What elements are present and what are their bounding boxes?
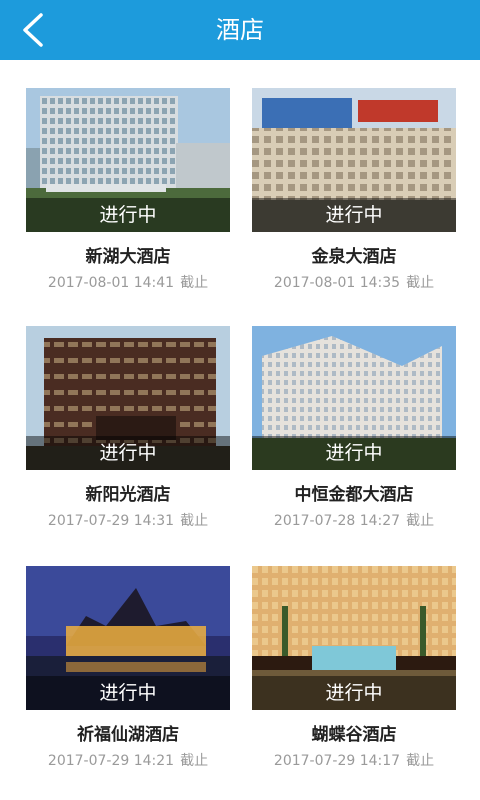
- status-badge: 进行中: [26, 198, 230, 232]
- hotel-name: 中恒金都大酒店: [294, 485, 414, 505]
- top-bar: 酒店: [0, 0, 480, 60]
- status-badge: 进行中: [26, 676, 230, 710]
- deadline-text: 2017-08-01 14:41 截止: [26, 272, 230, 292]
- deadline-text: 2017-07-29 14:21 截止: [26, 750, 230, 770]
- deadline-time: 2017-08-01 14:35: [273, 275, 401, 291]
- deadline-suffix: 截止: [180, 513, 209, 529]
- hotel-name: 新阳光酒店: [85, 485, 171, 505]
- deadline-suffix: 截止: [180, 753, 209, 769]
- hotel-photo: 进行中: [26, 88, 230, 232]
- hotel-card[interactable]: 进行中 金泉大酒店 2017-08-01 14:35 截止: [252, 88, 456, 298]
- deadline-time: 2017-07-29 14:17: [273, 753, 401, 769]
- hotel-grid: 进行中 新湖大酒店 2017-08-01 14:41 截止 进行中 金泉大酒店 …: [0, 60, 480, 800]
- status-badge: 进行中: [252, 198, 456, 232]
- deadline-time: 2017-07-29 14:21: [47, 753, 175, 769]
- hotel-card[interactable]: 进行中 祈福仙湖酒店 2017-07-29 14:21 截止: [26, 566, 230, 776]
- deadline-text: 2017-07-29 14:31 截止: [26, 510, 230, 530]
- hotel-name: 祈福仙湖酒店: [77, 725, 179, 745]
- hotel-name: 新湖大酒店: [85, 247, 171, 267]
- hotel-photo: 进行中: [252, 88, 456, 232]
- hotel-photo: 进行中: [26, 566, 230, 710]
- hotel-photo: 进行中: [252, 326, 456, 470]
- hotel-photo: 进行中: [252, 566, 456, 710]
- deadline-text: 2017-07-29 14:17 截止: [252, 750, 456, 770]
- deadline-suffix: 截止: [406, 753, 435, 769]
- deadline-text: 2017-08-01 14:35 截止: [252, 272, 456, 292]
- hotel-card[interactable]: 进行中 新阳光酒店 2017-07-29 14:31 截止: [26, 326, 230, 536]
- hotel-photo: 进行中: [26, 326, 230, 470]
- hotel-name: 金泉大酒店: [311, 247, 397, 267]
- status-badge: 进行中: [252, 436, 456, 470]
- hotel-card[interactable]: 进行中 蝴蝶谷酒店 2017-07-29 14:17 截止: [252, 566, 456, 776]
- deadline-time: 2017-07-28 14:27: [273, 513, 401, 529]
- deadline-suffix: 截止: [406, 275, 435, 291]
- hotel-card[interactable]: 进行中 中恒金都大酒店 2017-07-28 14:27 截止: [252, 326, 456, 536]
- deadline-suffix: 截止: [180, 275, 209, 291]
- status-badge: 进行中: [252, 676, 456, 710]
- deadline-suffix: 截止: [406, 513, 435, 529]
- page-title: 酒店: [216, 16, 264, 44]
- deadline-time: 2017-08-01 14:41: [47, 275, 175, 291]
- deadline-time: 2017-07-29 14:31: [47, 513, 175, 529]
- hotel-name: 蝴蝶谷酒店: [311, 725, 397, 745]
- status-badge: 进行中: [26, 436, 230, 470]
- hotel-card[interactable]: 进行中 新湖大酒店 2017-08-01 14:41 截止: [26, 88, 230, 298]
- deadline-text: 2017-07-28 14:27 截止: [252, 510, 456, 530]
